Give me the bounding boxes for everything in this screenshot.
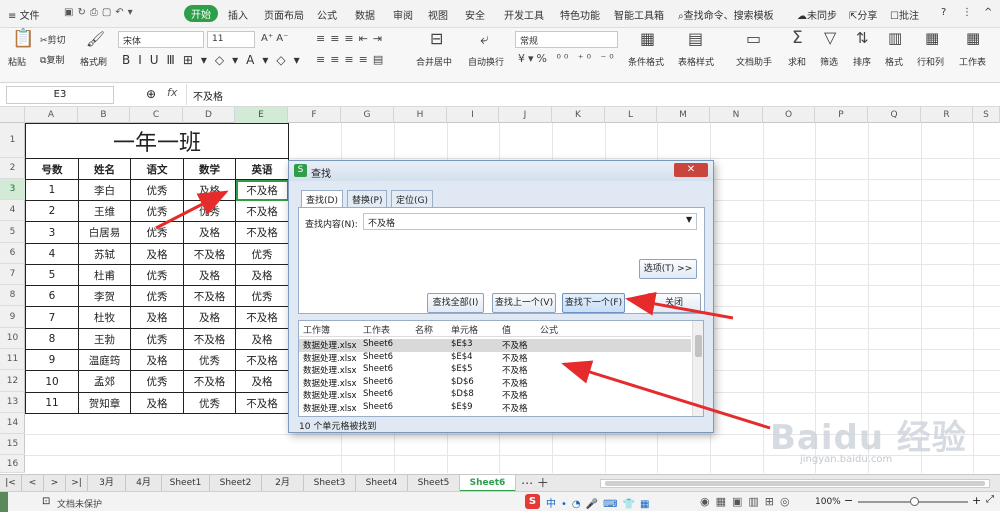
- sheet-tab[interactable]: Sheet2: [210, 475, 262, 492]
- arrow-to-active-cell: [155, 190, 229, 230]
- zoom-slider-thumb[interactable]: [910, 497, 919, 506]
- zoom-level[interactable]: 100%: [815, 497, 841, 507]
- baidu-watermark-url: jingyan.baidu.com: [800, 454, 893, 465]
- zoom-out-icon[interactable]: −: [844, 494, 853, 507]
- first-sheet-icon[interactable]: |<: [0, 475, 22, 492]
- next-sheet-icon[interactable]: >: [44, 475, 66, 492]
- ime-toolbar-icons[interactable]: 中•◔🎤⌨👕▦: [546, 495, 654, 510]
- side-panel-handle[interactable]: [0, 492, 8, 512]
- sheet-tab[interactable]: Sheet4: [356, 475, 408, 492]
- fullscreen-icon[interactable]: ⤢: [986, 494, 994, 505]
- status-bar: ⊡ 文档未保护 S 中•◔🎤⌨👕▦ ◉▦▣▥⊞◎ 100% − + ⤢: [0, 491, 1000, 512]
- view-mode-icons[interactable]: ◉▦▣▥⊞◎: [700, 495, 796, 508]
- sheet-tab[interactable]: 3月: [88, 475, 126, 492]
- sheet-tab-bar: |< < > >| 3月 4月 Sheet1 Sheet2 2月 Sheet3 …: [0, 474, 1000, 492]
- arrow-to-results: [561, 360, 771, 430]
- sheet-tab[interactable]: 2月: [262, 475, 304, 492]
- prev-sheet-icon[interactable]: <: [22, 475, 44, 492]
- protection-status: 文档未保护: [57, 500, 103, 510]
- arrow-to-find-next: [625, 291, 734, 320]
- sheet-tab[interactable]: Sheet5: [408, 475, 460, 492]
- sheet-tab[interactable]: Sheet3: [304, 475, 356, 492]
- add-sheet-icon[interactable]: ⋯ ＋: [516, 475, 554, 492]
- sheet-tab[interactable]: 4月: [126, 475, 162, 492]
- input-method-icon[interactable]: S: [525, 494, 540, 509]
- last-sheet-icon[interactable]: >|: [66, 475, 88, 492]
- scrollbar-thumb[interactable]: [605, 481, 985, 486]
- horizontal-scrollbar[interactable]: [600, 479, 990, 488]
- sheet-tab-active[interactable]: Sheet6: [460, 475, 516, 492]
- lock-icon: ⊡: [42, 496, 51, 507]
- zoom-in-icon[interactable]: +: [972, 494, 981, 507]
- sheet-tab[interactable]: Sheet1: [162, 475, 210, 492]
- baidu-watermark-logo: Baidu 经验: [770, 418, 967, 458]
